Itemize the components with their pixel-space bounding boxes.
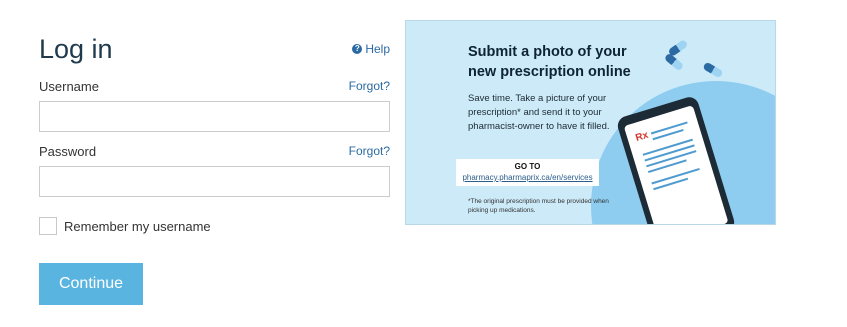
question-circle-icon: ? [352,44,363,54]
goto-label: GO TO [514,162,541,171]
login-form: Log in ? Help Username Forgot? Password … [39,28,390,305]
remember-label: Remember my username [64,218,211,234]
promo-footnote: *The original prescription must be provi… [468,198,609,214]
goto-box: GO TO pharmacy.pharmaprix.ca/en/services [456,159,599,186]
text-line [647,159,687,173]
help-link[interactable]: ? Help [352,42,390,56]
continue-button[interactable]: Continue [39,263,143,305]
password-input[interactable] [39,166,390,197]
password-label: Password [39,144,97,159]
promo-headline-line1: Submit a photo of your [468,44,627,60]
password-group: Password Forgot? [39,144,390,197]
promo-headline: Submit a photo of your new prescription … [468,42,631,82]
remember-username-option[interactable]: Remember my username [39,217,211,235]
username-group: Username Forgot? [39,79,390,132]
forgot-username-link[interactable]: Forgot? [349,79,390,93]
username-input[interactable] [39,101,390,132]
promo-headline-line2: new prescription online [468,64,631,80]
promo-body-text: Save time. Take a picture of your prescr… [468,93,610,132]
forgot-password-link[interactable]: Forgot? [349,144,390,158]
pill-icon [702,61,724,79]
promo-link[interactable]: pharmacy.pharmaprix.ca/en/services [456,173,599,182]
remember-checkbox[interactable] [39,217,57,235]
login-header: Log in ? Help [39,28,390,70]
page-title: Log in [39,34,113,64]
prescription-promo-banner[interactable]: Rx Submit a photo of your new prescripti… [405,20,776,225]
rx-symbol: Rx [634,129,650,144]
help-label: Help [365,42,390,56]
username-label: Username [39,79,99,94]
